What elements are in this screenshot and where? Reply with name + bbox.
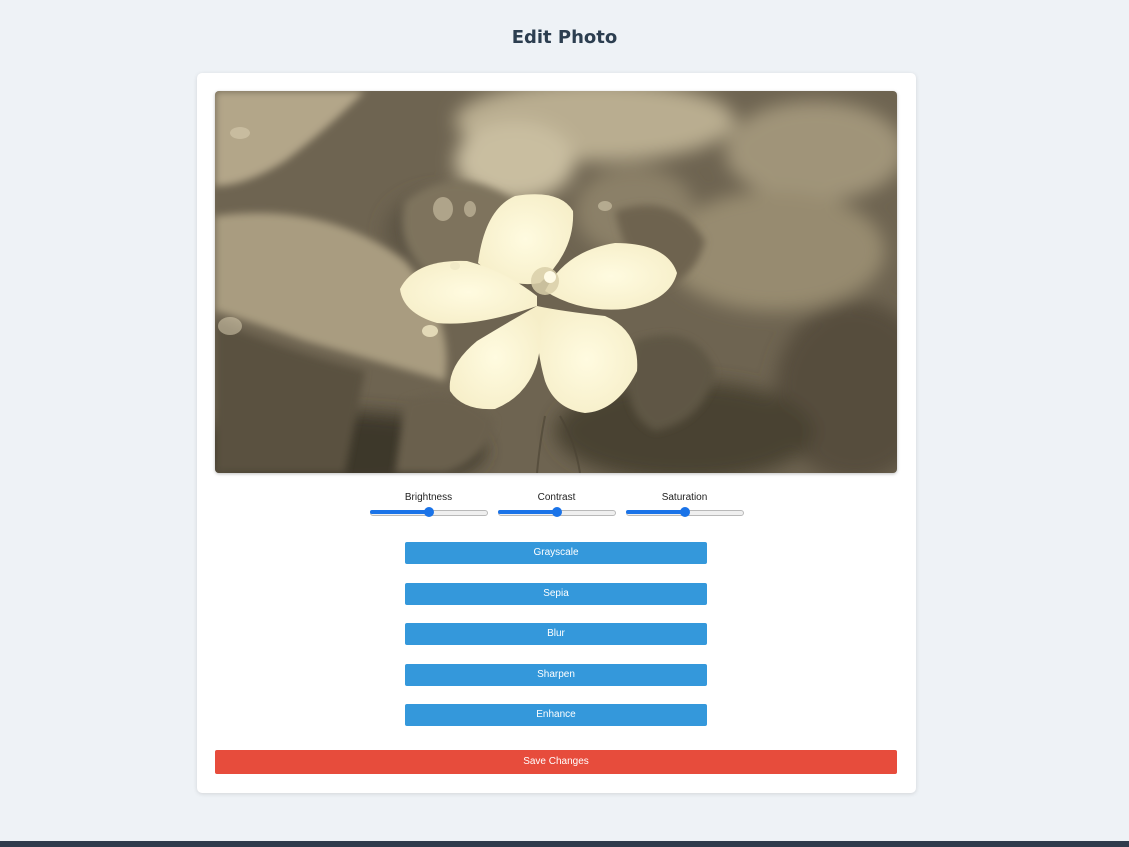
sharpen-button[interactable]: Sharpen: [405, 664, 707, 686]
brightness-slider[interactable]: [369, 507, 488, 517]
editor-card: Brightness Contrast Saturation Grayscale…: [197, 73, 916, 793]
contrast-label: Contrast: [537, 492, 576, 503]
save-changes-button[interactable]: Save Changes: [215, 750, 897, 774]
photo-preview: [215, 91, 897, 473]
adjustment-sliders: Brightness Contrast Saturation: [197, 491, 916, 517]
contrast-slider[interactable]: [497, 507, 616, 517]
footer-bar: [0, 841, 1129, 847]
blur-button[interactable]: Blur: [405, 623, 707, 645]
saturation-control: Saturation: [625, 491, 744, 517]
saturation-slider[interactable]: [625, 507, 744, 517]
page-title: Edit Photo: [511, 27, 618, 48]
enhance-button[interactable]: Enhance: [405, 704, 707, 726]
grayscale-button[interactable]: Grayscale: [405, 542, 707, 564]
saturation-slider-fill: [625, 510, 684, 514]
brightness-slider-fill: [369, 510, 428, 514]
contrast-control: Contrast: [497, 491, 616, 517]
saturation-slider-thumb[interactable]: [679, 507, 690, 517]
brightness-control: Brightness: [369, 491, 488, 517]
brightness-slider-thumb[interactable]: [423, 507, 434, 517]
contrast-slider-fill: [497, 510, 556, 514]
sepia-button[interactable]: Sepia: [405, 583, 707, 605]
saturation-label: Saturation: [661, 492, 708, 503]
brightness-label: Brightness: [404, 492, 453, 503]
contrast-slider-thumb[interactable]: [551, 507, 562, 517]
